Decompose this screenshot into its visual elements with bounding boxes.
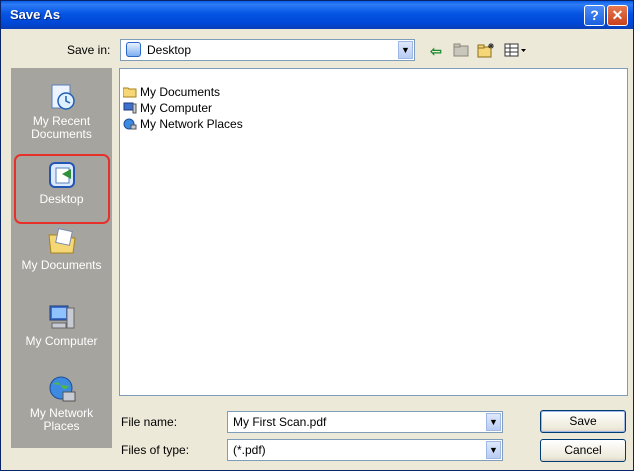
network-places-icon [47, 374, 77, 404]
chevron-down-icon[interactable]: ▼ [486, 441, 501, 459]
file-type-value: (*.pdf) [233, 443, 266, 457]
file-type-dropdown[interactable]: (*.pdf) ▼ [227, 439, 503, 461]
save-in-value: Desktop [147, 43, 192, 57]
file-type-label: Files of type: [121, 443, 190, 457]
places-bar: My Recent Documents Desktop My Documents … [11, 68, 112, 448]
desktop-icon [126, 42, 141, 57]
arrow-left-icon[interactable]: ⇦ [426, 42, 446, 60]
view-menu-icon[interactable] [504, 42, 528, 60]
my-documents-icon [47, 226, 77, 256]
window-title: Save As [10, 7, 61, 22]
save-in-label: Save in: [67, 43, 111, 57]
chevron-down-icon[interactable]: ▼ [398, 41, 413, 59]
place-my-computer[interactable]: My Computer [11, 302, 112, 348]
save-as-dialog: Save As ? ✕ Save in: Desktop ▼ ⇦ My Rece… [0, 0, 634, 471]
close-icon: ✕ [611, 7, 624, 23]
help-button[interactable]: ? [584, 5, 605, 26]
folder-up-icon[interactable] [453, 42, 469, 60]
place-recent-documents[interactable]: My Recent Documents [11, 82, 112, 141]
help-icon: ? [590, 7, 599, 23]
list-item[interactable]: My Network Places [123, 115, 243, 131]
place-network[interactable]: My Network Places [11, 374, 112, 433]
desktop-highlight-annotation [14, 154, 110, 224]
place-my-documents[interactable]: My Documents [11, 226, 112, 272]
file-name-label: File name: [121, 415, 178, 429]
close-button[interactable]: ✕ [607, 5, 628, 26]
folder-icon [122, 86, 137, 98]
recent-documents-icon [47, 82, 77, 112]
new-folder-icon[interactable] [477, 42, 495, 60]
file-name-field[interactable]: My First Scan.pdf ▼ [227, 411, 503, 433]
save-in-dropdown[interactable]: Desktop ▼ [120, 39, 415, 61]
file-name-value: My First Scan.pdf [233, 415, 327, 429]
place-label: My Network Places [29, 406, 94, 433]
list-item[interactable]: My Computer [123, 99, 212, 115]
cancel-button[interactable]: Cancel [540, 439, 626, 462]
place-label: My Recent Documents [31, 114, 92, 141]
file-list[interactable]: My Documents My Computer My Network Plac… [119, 68, 628, 396]
list-item[interactable]: My Documents [122, 83, 220, 99]
network-icon [123, 118, 137, 130]
my-computer-icon [47, 302, 77, 332]
place-label: My Computer [25, 334, 98, 348]
place-label: My Documents [21, 258, 102, 272]
save-button[interactable]: Save [540, 410, 626, 433]
title-bar[interactable]: Save As ? ✕ [1, 1, 633, 29]
chevron-down-icon[interactable]: ▼ [486, 413, 501, 431]
computer-icon [123, 102, 137, 114]
